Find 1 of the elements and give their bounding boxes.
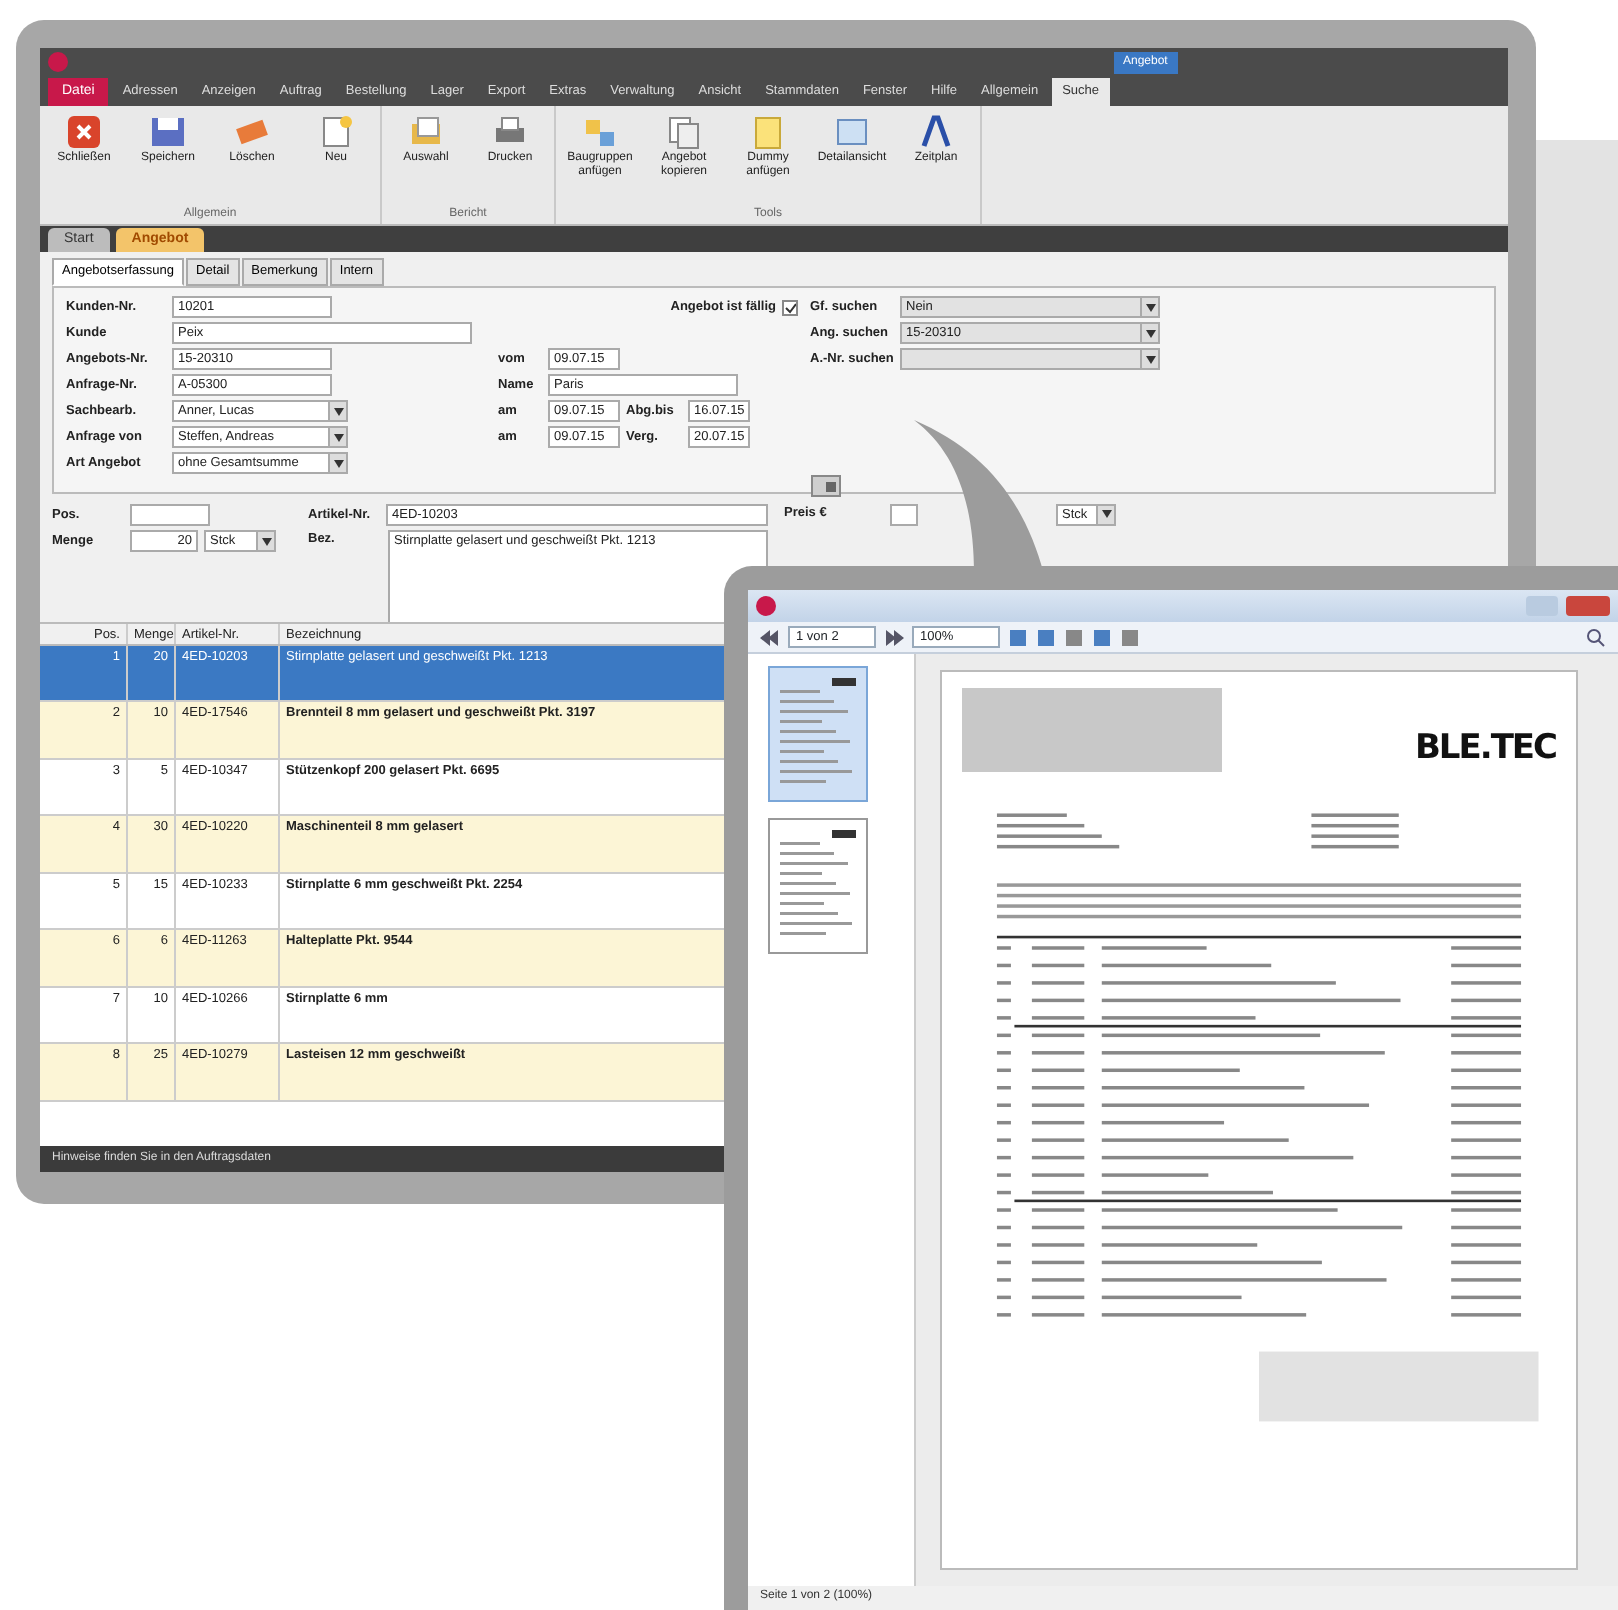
logo: BLE.TEC (1414, 726, 1556, 772)
